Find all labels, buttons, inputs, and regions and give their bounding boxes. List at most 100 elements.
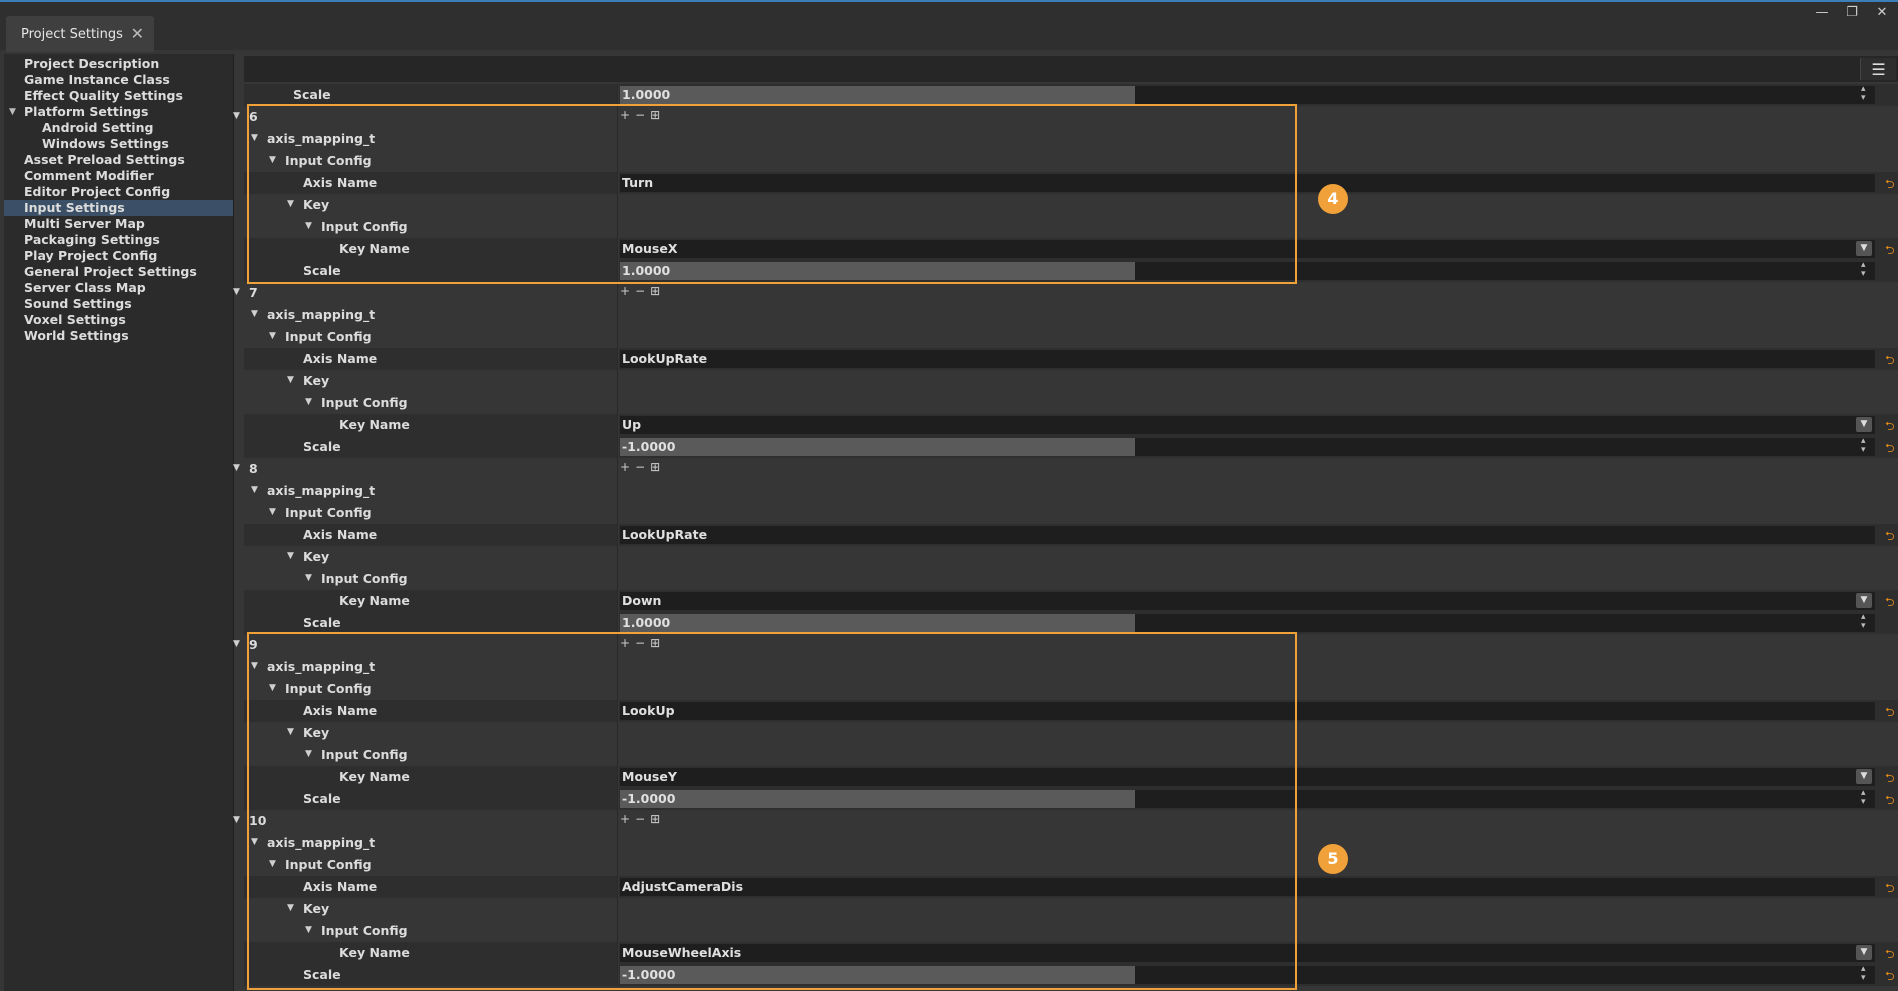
sidebar-item[interactable]: Server Class Map: [4, 280, 233, 296]
reset-icon[interactable]: ⮌: [1885, 175, 1895, 196]
remove-element-icon[interactable]: −: [635, 636, 650, 650]
key-name-select[interactable]: Down: [620, 592, 1875, 610]
restore-icon[interactable]: ❐: [1840, 4, 1864, 22]
dropdown-icon[interactable]: ▼: [1856, 241, 1872, 256]
reset-icon[interactable]: ⮌: [1885, 439, 1895, 460]
reset-icon[interactable]: ⮌: [1885, 351, 1895, 372]
sidebar-item[interactable]: World Settings: [4, 328, 233, 344]
spinner-icon[interactable]: ▴ ▾: [1861, 965, 1866, 983]
key-name-select[interactable]: MouseWheelAxis: [620, 944, 1875, 962]
add-element-icon[interactable]: +: [620, 812, 635, 826]
key-name-select[interactable]: MouseY: [620, 768, 1875, 786]
expand-arrow-icon[interactable]: ▼: [287, 375, 294, 385]
reset-icon[interactable]: ⮌: [1885, 769, 1895, 790]
minimize-icon[interactable]: —: [1810, 4, 1834, 22]
spinner-icon[interactable]: ▴ ▾: [1861, 437, 1866, 455]
expand-arrow-icon[interactable]: ▼: [269, 155, 276, 165]
add-element-icon[interactable]: +: [620, 460, 635, 474]
remove-element-icon[interactable]: −: [635, 812, 650, 826]
expand-arrow-icon[interactable]: ▼: [305, 397, 312, 407]
expand-arrow-icon[interactable]: ▼: [287, 903, 294, 913]
scale-field[interactable]: -1.0000: [620, 790, 1875, 808]
dropdown-icon[interactable]: ▼: [1856, 417, 1872, 432]
axis-name-field[interactable]: LookUpRate: [620, 526, 1875, 544]
expand-arrow-icon[interactable]: ▼: [269, 683, 276, 693]
expand-arrow-icon[interactable]: ▼: [305, 749, 312, 759]
reset-icon[interactable]: ⮌: [1885, 703, 1895, 724]
reset-icon[interactable]: ⮌: [1885, 593, 1895, 614]
remove-element-icon[interactable]: −: [635, 108, 650, 122]
expand-arrow-icon[interactable]: ▼: [305, 221, 312, 231]
axis-name-field[interactable]: Turn: [620, 174, 1875, 192]
sidebar-item[interactable]: Game Instance Class: [4, 72, 233, 88]
sidebar-item[interactable]: Effect Quality Settings: [4, 88, 233, 104]
insert-element-icon[interactable]: ⊞: [650, 108, 665, 122]
expand-arrow-icon[interactable]: ▼: [251, 485, 258, 495]
reset-icon[interactable]: ⮌: [1885, 967, 1895, 988]
add-element-icon[interactable]: +: [620, 636, 635, 650]
expand-arrow-icon[interactable]: ▼: [251, 133, 258, 143]
sidebar-item[interactable]: Input Settings: [4, 200, 233, 216]
reset-icon[interactable]: ⮌: [1885, 879, 1895, 900]
dropdown-icon[interactable]: ▼: [1856, 593, 1872, 608]
expand-arrow-icon[interactable]: ▼: [269, 331, 276, 341]
sidebar-item[interactable]: Comment Modifier: [4, 168, 233, 184]
remove-element-icon[interactable]: −: [635, 284, 650, 298]
scale-field[interactable]: 1.0000: [620, 86, 1875, 104]
sidebar-item[interactable]: Multi Server Map: [4, 216, 233, 232]
sidebar-item[interactable]: Sound Settings: [4, 296, 233, 312]
expand-arrow-icon[interactable]: ▼: [251, 309, 258, 319]
axis-name-field[interactable]: LookUpRate: [620, 350, 1875, 368]
expand-arrow-icon[interactable]: ▼: [305, 573, 312, 583]
expand-arrow-icon[interactable]: ▼: [251, 661, 258, 671]
scale-field[interactable]: -1.0000: [620, 438, 1875, 456]
expand-arrow-icon[interactable]: ▼: [269, 859, 276, 869]
sidebar-item[interactable]: Windows Settings: [4, 136, 233, 152]
add-element-icon[interactable]: +: [620, 284, 635, 298]
spinner-icon[interactable]: ▴ ▾: [1861, 85, 1866, 103]
expand-arrow-icon[interactable]: ▼: [287, 551, 294, 561]
sidebar-item[interactable]: Play Project Config: [4, 248, 233, 264]
reset-icon[interactable]: ⮌: [1885, 945, 1895, 966]
spinner-icon[interactable]: ▴ ▾: [1861, 261, 1866, 279]
expand-arrow-icon[interactable]: ▼: [305, 925, 312, 935]
scale-field[interactable]: -1.0000: [620, 966, 1875, 984]
spinner-icon[interactable]: ▴ ▾: [1861, 613, 1866, 631]
expand-arrow-icon[interactable]: ▼: [9, 104, 16, 120]
sidebar-item[interactable]: Android Setting: [4, 120, 233, 136]
add-element-icon[interactable]: +: [620, 108, 635, 122]
sidebar-item[interactable]: Voxel Settings: [4, 312, 233, 328]
scale-field[interactable]: 1.0000: [620, 262, 1875, 280]
spinner-icon[interactable]: ▴ ▾: [1861, 789, 1866, 807]
reset-icon[interactable]: ⮌: [1885, 241, 1895, 262]
reset-icon[interactable]: ⮌: [1885, 417, 1895, 438]
expand-arrow-icon[interactable]: ▼: [233, 639, 240, 649]
close-icon[interactable]: ✕: [131, 24, 144, 43]
dropdown-icon[interactable]: ▼: [1856, 945, 1872, 960]
sidebar-item[interactable]: Asset Preload Settings: [4, 152, 233, 168]
remove-element-icon[interactable]: −: [635, 460, 650, 474]
expand-arrow-icon[interactable]: ▼: [233, 111, 240, 121]
sidebar-item[interactable]: ▼ Platform Settings: [4, 104, 233, 120]
dropdown-icon[interactable]: ▼: [1856, 769, 1872, 784]
reset-icon[interactable]: ⮌: [1885, 791, 1895, 812]
axis-name-field[interactable]: AdjustCameraDis: [620, 878, 1875, 896]
expand-arrow-icon[interactable]: ▼: [287, 199, 294, 209]
expand-arrow-icon[interactable]: ▼: [233, 815, 240, 825]
sidebar-item[interactable]: Project Description: [4, 56, 233, 72]
menu-icon[interactable]: ☰: [1860, 58, 1896, 80]
expand-arrow-icon[interactable]: ▼: [233, 463, 240, 473]
window-close-icon[interactable]: ✕: [1870, 4, 1894, 22]
key-name-select[interactable]: Up: [620, 416, 1875, 434]
expand-arrow-icon[interactable]: ▼: [269, 507, 276, 517]
sidebar-item[interactable]: General Project Settings: [4, 264, 233, 280]
insert-element-icon[interactable]: ⊞: [650, 284, 665, 298]
axis-name-field[interactable]: LookUp: [620, 702, 1875, 720]
sidebar-item[interactable]: Editor Project Config: [4, 184, 233, 200]
reset-icon[interactable]: ⮌: [1885, 527, 1895, 548]
scale-field[interactable]: 1.0000: [620, 614, 1875, 632]
expand-arrow-icon[interactable]: ▼: [287, 727, 294, 737]
insert-element-icon[interactable]: ⊞: [650, 812, 665, 826]
sidebar-item[interactable]: Packaging Settings: [4, 232, 233, 248]
expand-arrow-icon[interactable]: ▼: [233, 287, 240, 297]
